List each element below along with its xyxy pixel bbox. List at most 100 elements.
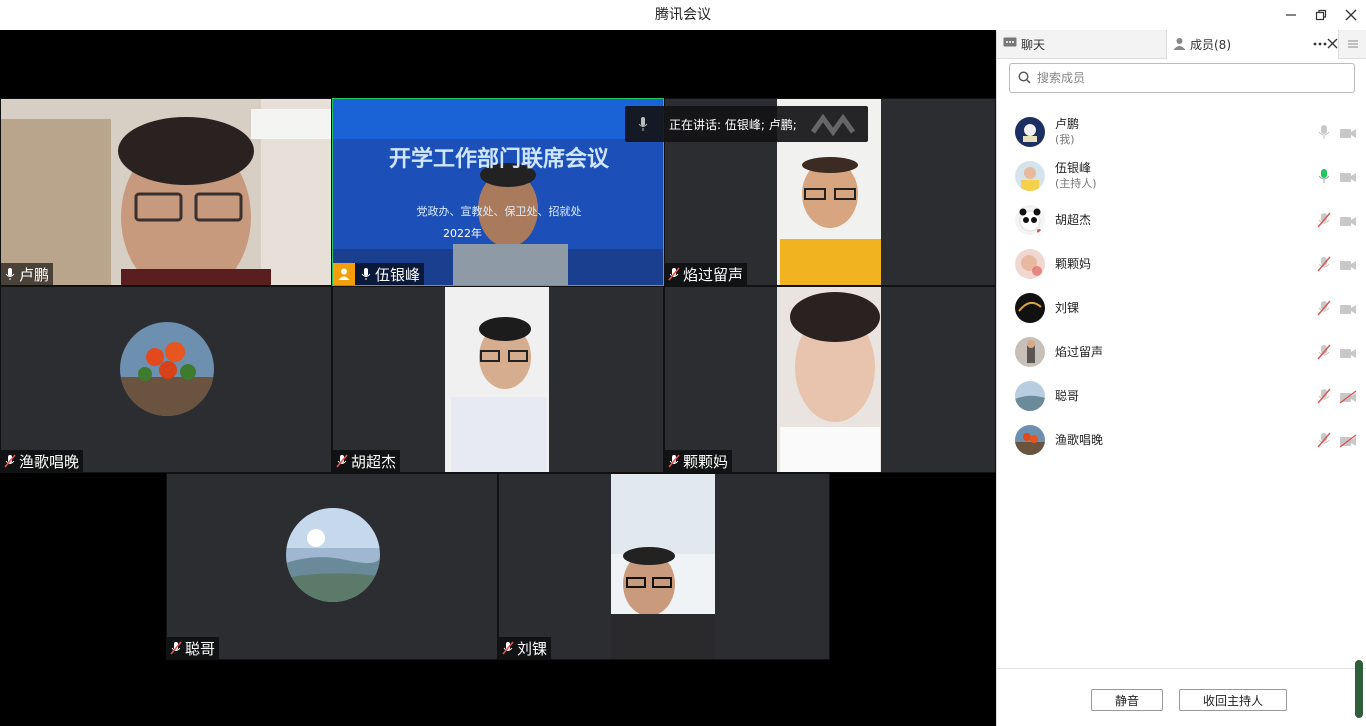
member-name: 渔歌唱晚: [1055, 433, 1104, 447]
member-avatar: [1015, 117, 1045, 147]
microphone-muted-icon[interactable]: [1317, 256, 1331, 272]
scrollbar[interactable]: [1355, 660, 1363, 718]
member-name: 刘锞: [1055, 301, 1080, 315]
video-tile-active-speaker[interactable]: 开学工作部门联席会议 党政办、宣教处、保卫处、招就处 2022年 伍银峰: [332, 98, 664, 286]
close-panel-icon[interactable]: [1327, 38, 1338, 52]
search-icon: [1018, 69, 1031, 88]
close-icon: [1345, 9, 1357, 21]
tab-members-label: 成员(8): [1190, 38, 1231, 52]
participant-name: 焰过留声: [683, 265, 744, 284]
microphone-muted-icon: [501, 640, 515, 656]
menu-icon: [1347, 38, 1359, 52]
restore-icon: [1315, 9, 1327, 21]
microphone-muted-icon[interactable]: [1317, 212, 1331, 228]
member-name: 胡超杰: [1055, 213, 1092, 227]
slide-title: 开学工作部门联席会议: [388, 147, 609, 172]
member-avatar: [1015, 425, 1045, 455]
search-input[interactable]: [1037, 71, 1337, 85]
participant-video: [1, 99, 331, 285]
member-name: 焰过留声: [1055, 345, 1104, 359]
member-item[interactable]: 焰过留声: [997, 330, 1366, 374]
microphone-muted-icon: [3, 453, 17, 469]
participant-name: 聪哥: [185, 639, 216, 658]
camera-icon[interactable]: [1339, 257, 1357, 271]
camera-icon[interactable]: [1339, 301, 1357, 315]
member-avatar: [1015, 205, 1045, 235]
close-button[interactable]: [1336, 0, 1366, 30]
member-role: (我): [1055, 133, 1075, 146]
participant-avatar: [120, 322, 214, 416]
member-name: 卢鹏: [1055, 117, 1080, 131]
microphone-muted-icon: [667, 453, 681, 469]
microphone-icon: [359, 266, 373, 282]
member-avatar: [1015, 161, 1045, 191]
search-field[interactable]: [1009, 63, 1355, 93]
microphone-muted-icon[interactable]: [1317, 432, 1331, 448]
participant-name-tag: 渔歌唱晚: [1, 450, 84, 472]
participant-name: 卢鹏: [19, 265, 50, 284]
member-avatar: [1015, 381, 1045, 411]
participant-name: 颗颗妈: [683, 452, 729, 471]
host-badge-icon: [333, 263, 355, 285]
video-tile[interactable]: 胡超杰: [332, 286, 664, 473]
minimize-button[interactable]: [1276, 0, 1306, 30]
member-item[interactable]: 卢鹏 (我): [997, 110, 1366, 154]
video-tile[interactable]: 聪哥: [166, 473, 498, 660]
video-tile[interactable]: 刘锞: [498, 473, 830, 660]
microphone-icon: [3, 266, 17, 282]
video-tile[interactable]: 颗颗妈: [664, 286, 996, 473]
panel-menu-button[interactable]: [1339, 30, 1366, 59]
microphone-icon[interactable]: [1317, 124, 1331, 140]
member-item[interactable]: 刘锞: [997, 286, 1366, 330]
tab-chat[interactable]: 聊天: [997, 30, 1167, 59]
participant-name-tag: 颗颗妈: [665, 450, 733, 472]
person-icon: [1173, 37, 1186, 53]
minimize-icon: [1286, 14, 1296, 16]
restore-button[interactable]: [1306, 0, 1336, 30]
member-item[interactable]: 伍银峰 (主持人): [997, 154, 1366, 198]
slide-date: 2022年: [443, 227, 482, 240]
reclaim-host-button[interactable]: 收回主持人: [1179, 689, 1287, 711]
mute-all-button[interactable]: 静音: [1091, 689, 1163, 711]
tab-members[interactable]: 成员(8): [1167, 30, 1339, 59]
microphone-muted-icon: [169, 640, 183, 656]
camera-icon[interactable]: [1339, 125, 1357, 139]
member-item[interactable]: 颗颗妈: [997, 242, 1366, 286]
speaking-text: 正在讲话: 伍银峰; 卢鹏;: [669, 117, 797, 132]
member-item[interactable]: 聪哥: [997, 374, 1366, 418]
participant-video: [777, 287, 881, 472]
participant-avatar: [286, 508, 380, 602]
microphone-speaking-icon[interactable]: [1317, 168, 1331, 184]
tab-chat-label: 聊天: [1021, 38, 1046, 52]
member-item[interactable]: 渔歌唱晚: [997, 418, 1366, 462]
speaking-indicator: 正在讲话: 伍银峰; 卢鹏;: [625, 106, 868, 142]
participant-name-tag: 聪哥: [167, 637, 220, 659]
member-role: (主持人): [1055, 177, 1097, 190]
chat-icon: [1003, 37, 1017, 52]
video-tile[interactable]: 卢鹏: [0, 98, 332, 286]
more-icon[interactable]: [1313, 37, 1327, 54]
member-avatar: [1015, 249, 1045, 279]
camera-icon[interactable]: [1339, 169, 1357, 183]
panel-footer: 静音 收回主持人: [997, 668, 1366, 726]
camera-icon[interactable]: [1339, 345, 1357, 359]
video-tile[interactable]: 渔歌唱晚: [0, 286, 332, 473]
member-item[interactable]: 胡超杰: [997, 198, 1366, 242]
camera-off-icon[interactable]: [1339, 433, 1357, 448]
member-avatar: [1015, 337, 1045, 367]
slide-subtitle: 党政办、宣教处、保卫处、招就处: [416, 205, 582, 218]
participant-name: 胡超杰: [351, 452, 397, 471]
camera-icon[interactable]: [1339, 213, 1357, 227]
member-avatar: [1015, 293, 1045, 323]
participant-video: [333, 99, 663, 285]
participant-name-tag: 卢鹏: [1, 263, 54, 285]
microphone-muted-icon[interactable]: [1317, 300, 1331, 316]
microphone-muted-icon[interactable]: [1317, 388, 1331, 404]
participant-video: [611, 474, 715, 659]
microphone-muted-icon[interactable]: [1317, 344, 1331, 360]
members-panel: 聊天 成员(8) 卢鹏 (我) 伍银峰 (主持人) 胡超杰: [996, 30, 1366, 726]
participant-name: 渔歌唱晚: [19, 452, 80, 471]
participant-name: 伍银峰: [375, 265, 421, 284]
panel-tabs: 聊天 成员(8): [997, 30, 1366, 59]
camera-off-icon[interactable]: [1339, 389, 1357, 404]
